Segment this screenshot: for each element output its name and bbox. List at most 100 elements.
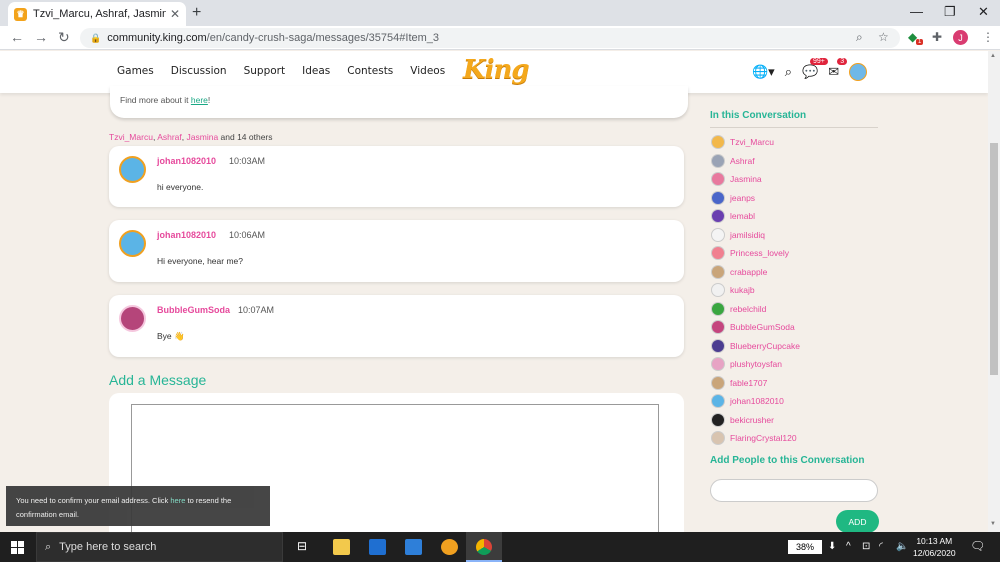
participant-name[interactable]: Princess_lovely — [730, 248, 789, 258]
message-author[interactable]: BubbleGumSoda — [157, 305, 230, 315]
message-avatar[interactable] — [119, 230, 146, 257]
chrome-menu-icon[interactable]: ⋮ — [982, 30, 994, 44]
participant-item[interactable]: BubbleGumSoda — [711, 318, 800, 337]
reload-icon[interactable]: ↻ — [58, 29, 70, 46]
participant-item[interactable]: Tzvi_Marcu — [711, 133, 800, 152]
participant-name[interactable]: jeanps — [730, 193, 755, 203]
participant-avatar[interactable] — [711, 412, 725, 427]
participant-name[interactable]: plushytoysfan — [730, 359, 782, 369]
toast-here-link[interactable]: here — [170, 496, 185, 505]
participant-avatar[interactable] — [711, 320, 725, 335]
participant-avatar[interactable] — [711, 394, 725, 409]
participant-name[interactable]: FlaringCrystal120 — [730, 433, 797, 443]
message-author[interactable]: johan1082010 — [157, 156, 216, 166]
scroll-down-icon[interactable]: ▼ — [990, 521, 996, 527]
participant-item[interactable]: BlueberryCupcake — [711, 337, 800, 356]
clock[interactable]: 10:13 AM 12/06/2020 — [913, 535, 956, 559]
globe-language-icon[interactable]: 🌐▾ — [752, 64, 775, 80]
participant-name[interactable]: Tzvi_Marcu — [730, 137, 774, 147]
action-center-icon[interactable]: 🗨 — [970, 539, 985, 553]
participant-avatar[interactable] — [711, 283, 725, 298]
participant-avatar[interactable] — [711, 209, 725, 224]
back-icon[interactable]: ← — [10, 29, 24, 45]
message-avatar[interactable] — [119, 305, 146, 332]
participant-item[interactable]: johan1082010 — [711, 392, 800, 411]
scroll-up-icon[interactable]: ▲ — [990, 53, 996, 59]
participant-item[interactable]: rebelchild — [711, 300, 800, 319]
participant-avatar[interactable] — [711, 153, 725, 168]
norton-icon[interactable] — [441, 539, 458, 555]
participant-item[interactable]: FlaringCrystal120 — [711, 429, 800, 448]
taskbar-search[interactable]: ⌕ Type here to search — [36, 532, 283, 562]
participant-name[interactable]: Jasmina — [730, 174, 762, 184]
participant-name[interactable]: crabapple — [730, 267, 767, 277]
participant-item[interactable]: fable1707 — [711, 374, 800, 393]
nav-games[interactable]: Games — [117, 65, 154, 77]
participant-item[interactable]: jeanps — [711, 189, 800, 208]
participant-item[interactable]: jamilsidiq — [711, 226, 800, 245]
bookmark-star-icon[interactable]: ☆ — [878, 30, 889, 44]
zoom-search-icon[interactable]: ⌕ — [856, 30, 863, 45]
participant-link[interactable]: Tzvi_Marcu — [109, 132, 153, 142]
wifi-icon[interactable]: ◜ — [879, 541, 883, 552]
participant-avatar[interactable] — [711, 172, 725, 187]
battery-indicator[interactable]: 38% — [788, 540, 822, 554]
url-field[interactable]: 🔒 community.king.com/en/candy-crush-saga… — [80, 28, 900, 48]
participant-avatar[interactable] — [711, 264, 725, 279]
participant-name[interactable]: bekicrusher — [730, 415, 774, 425]
messages-envelope-icon[interactable]: ✉ 3 — [828, 58, 848, 80]
file-explorer-icon[interactable] — [333, 539, 350, 555]
page-scrollbar[interactable]: ▲ ▼ — [988, 51, 1000, 532]
participant-item[interactable]: Princess_lovely — [711, 244, 800, 263]
nav-support[interactable]: Support — [244, 65, 286, 77]
window-close-icon[interactable]: ✕ — [978, 4, 989, 20]
notifications-icon[interactable]: 💬 99+ — [802, 58, 828, 80]
participant-item[interactable]: plushytoysfan — [711, 355, 800, 374]
mail-icon[interactable] — [369, 539, 386, 555]
participant-avatar[interactable] — [711, 338, 725, 353]
participant-avatar[interactable] — [711, 301, 725, 316]
tray-up-icon[interactable]: ^ — [846, 541, 851, 552]
participant-link[interactable]: Jasmina — [187, 132, 219, 142]
participant-name[interactable]: Ashraf — [730, 156, 755, 166]
video-app-icon[interactable] — [405, 539, 422, 555]
participant-name[interactable]: johan1082010 — [730, 396, 784, 406]
new-tab-button[interactable]: + — [192, 4, 201, 22]
profile-avatar[interactable]: J — [953, 30, 968, 45]
participant-avatar[interactable] — [711, 246, 725, 261]
participant-avatar[interactable] — [711, 357, 725, 372]
close-tab-icon[interactable]: ✕ — [170, 7, 180, 21]
network-icon[interactable]: ⊡ — [862, 541, 870, 552]
participant-avatar[interactable] — [711, 227, 725, 242]
participant-name[interactable]: fable1707 — [730, 378, 767, 388]
participant-item[interactable]: kukajb — [711, 281, 800, 300]
add-people-input[interactable] — [710, 479, 878, 502]
participant-item[interactable]: lemabl — [711, 207, 800, 226]
forward-icon[interactable]: → — [34, 29, 48, 45]
participant-avatar[interactable] — [711, 375, 725, 390]
puzzle-extensions-icon[interactable]: ✚ — [932, 30, 942, 44]
participant-name[interactable]: jamilsidiq — [730, 230, 765, 240]
participant-name[interactable]: kukajb — [730, 285, 755, 295]
minimize-icon[interactable]: — — [910, 4, 923, 19]
participant-name[interactable]: lemabl — [730, 211, 755, 221]
king-logo[interactable]: King — [463, 55, 530, 85]
participant-avatar[interactable] — [711, 135, 725, 150]
participant-item[interactable]: Ashraf — [711, 152, 800, 171]
nav-ideas[interactable]: Ideas — [302, 65, 330, 77]
participant-item[interactable]: bekicrusher — [711, 411, 800, 430]
message-author[interactable]: johan1082010 — [157, 230, 216, 240]
nav-videos[interactable]: Videos — [410, 65, 445, 77]
participant-avatar[interactable] — [711, 190, 725, 205]
volume-icon[interactable]: 🔈 — [896, 541, 908, 552]
info-here-link[interactable]: here — [191, 95, 208, 105]
participant-name[interactable]: BubbleGumSoda — [730, 322, 795, 332]
participant-name[interactable]: rebelchild — [730, 304, 766, 314]
task-view-icon[interactable]: ⊟ — [297, 539, 314, 555]
participant-link[interactable]: Ashraf — [157, 132, 182, 142]
restore-icon[interactable]: ❐ — [944, 4, 956, 20]
message-avatar[interactable] — [119, 156, 146, 183]
nav-contests[interactable]: Contests — [347, 65, 393, 77]
usb-icon[interactable]: ⬇ — [828, 541, 836, 552]
participant-name[interactable]: BlueberryCupcake — [730, 341, 800, 351]
